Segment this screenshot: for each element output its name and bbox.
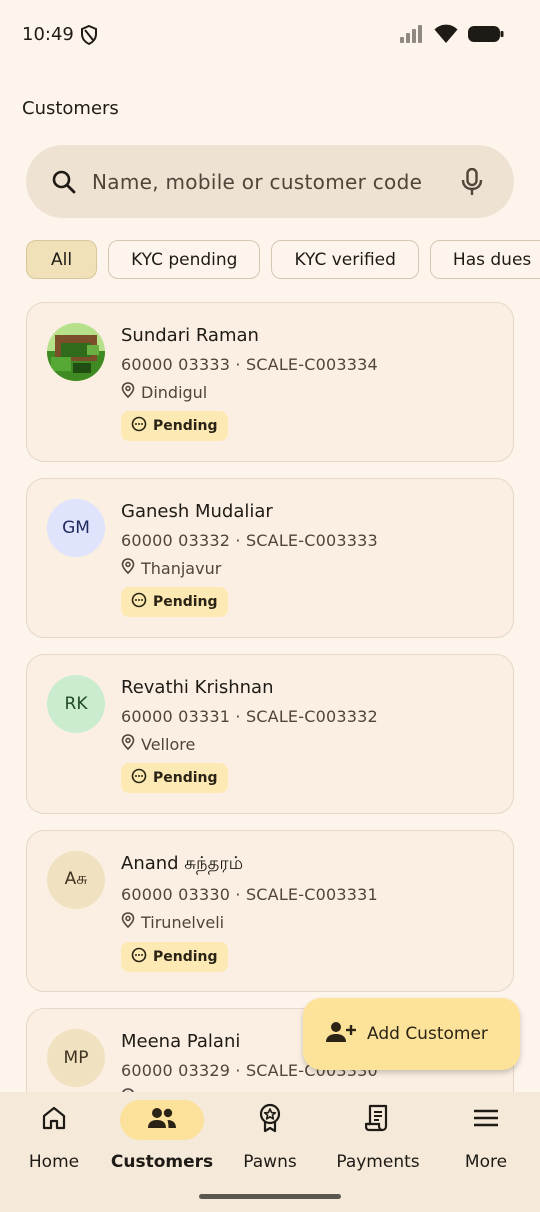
screen: 10:49 Customers All KYC pending xyxy=(0,0,540,1212)
add-customer-label: Add Customer xyxy=(367,1024,488,1044)
location-label: Tirunelveli xyxy=(141,912,225,932)
add-person-icon xyxy=(325,1020,357,1049)
nav-pill xyxy=(228,1100,312,1140)
nav-label: More xyxy=(464,1152,508,1172)
nav-pill xyxy=(120,1100,204,1140)
nav-item-pawns[interactable]: Pawns xyxy=(216,1100,324,1172)
customer-name: Revathi Krishnan xyxy=(121,677,274,698)
location-pin-icon xyxy=(121,382,135,402)
customer-meta: 60000 03330 · SCALE-C003331 xyxy=(121,885,378,904)
customer-card[interactable]: GM Ganesh Mudaliar 60000 03332 · SCALE-C… xyxy=(26,478,514,638)
status-label: Pending xyxy=(153,418,218,434)
shield-icon xyxy=(80,24,98,46)
customer-location: Thanjavur xyxy=(121,558,221,578)
nav-label: Payments xyxy=(336,1152,420,1172)
battery-icon xyxy=(468,24,504,48)
nav-item-customers[interactable]: Customers xyxy=(108,1100,216,1172)
mic-icon[interactable] xyxy=(452,162,492,202)
filter-chips: All KYC pending KYC verified Has dues xyxy=(26,240,540,279)
status-badge: Pending xyxy=(121,587,228,617)
customer-card[interactable]: Aசு Anand சுந்தரம் 60000 03330 · SCALE-C… xyxy=(26,830,514,992)
nav-pill xyxy=(444,1100,528,1140)
status-icons xyxy=(400,24,504,48)
pending-icon xyxy=(131,768,147,788)
menu-icon xyxy=(473,1108,499,1132)
filter-chip-kyc-verified[interactable]: KYC verified xyxy=(271,240,419,279)
location-pin-icon xyxy=(121,734,135,754)
search-input[interactable] xyxy=(92,169,452,194)
location-pin-icon xyxy=(121,558,135,578)
home-icon xyxy=(41,1106,67,1134)
avatar xyxy=(47,323,105,381)
pending-icon xyxy=(131,592,147,612)
customer-card[interactable]: RK Revathi Krishnan 60000 03331 · SCALE-… xyxy=(26,654,514,814)
status-label: Pending xyxy=(153,770,218,786)
customer-location: Vellore xyxy=(121,734,195,754)
customer-meta: 60000 03333 · SCALE-C003334 xyxy=(121,355,378,374)
status-time: 10:49 xyxy=(22,24,74,45)
status-bar: 10:49 xyxy=(0,0,540,72)
wifi-icon xyxy=(434,24,458,48)
nav-label: Home xyxy=(28,1152,80,1172)
status-badge: Pending xyxy=(121,942,228,972)
customer-location: Tirunelveli xyxy=(121,912,224,932)
badge-icon xyxy=(258,1103,282,1137)
people-icon xyxy=(147,1107,177,1133)
nav-pill xyxy=(12,1100,96,1140)
add-customer-button[interactable]: Add Customer xyxy=(303,998,520,1070)
customer-name: Sundari Raman xyxy=(121,325,259,346)
receipt-icon xyxy=(364,1104,391,1136)
signal-icon xyxy=(400,25,424,47)
nav-item-home[interactable]: Home xyxy=(0,1100,108,1172)
customer-meta: 60000 03332 · SCALE-C003333 xyxy=(121,531,378,550)
filter-chip-kyc-pending[interactable]: KYC pending xyxy=(108,240,261,279)
home-indicator[interactable] xyxy=(199,1194,341,1199)
filter-chip-all[interactable]: All xyxy=(26,240,98,279)
status-label: Pending xyxy=(153,949,218,965)
customer-name: Meena Palani xyxy=(121,1031,241,1052)
nav-label: Pawns xyxy=(243,1152,297,1172)
filter-chip-has-dues[interactable]: Has dues xyxy=(429,240,540,279)
customer-card[interactable]: Sundari Raman 60000 03333 · SCALE-C00333… xyxy=(26,302,514,462)
location-label: Thanjavur xyxy=(141,558,222,578)
search-bar[interactable] xyxy=(26,145,514,218)
nav-label: Customers xyxy=(110,1152,214,1172)
customer-name: Ganesh Mudaliar xyxy=(121,501,273,522)
pending-icon xyxy=(131,416,147,436)
location-label: Dindigul xyxy=(141,382,208,402)
avatar: MP xyxy=(47,1029,105,1087)
search-icon xyxy=(40,158,88,206)
nav-item-payments[interactable]: Payments xyxy=(324,1100,432,1172)
page-title: Customers xyxy=(22,98,119,119)
status-badge: Pending xyxy=(121,763,228,793)
avatar: RK xyxy=(47,675,105,733)
location-pin-icon xyxy=(121,912,135,932)
pending-icon xyxy=(131,947,147,967)
customer-location: Dindigul xyxy=(121,382,207,402)
status-badge: Pending xyxy=(121,411,228,441)
avatar: GM xyxy=(47,499,105,557)
status-label: Pending xyxy=(153,594,218,610)
nav-pill xyxy=(336,1100,420,1140)
avatar: Aசு xyxy=(47,851,105,909)
location-label: Vellore xyxy=(141,734,196,754)
customer-meta: 60000 03331 · SCALE-C003332 xyxy=(121,707,378,726)
customer-name: Anand சுந்தரம் xyxy=(121,853,244,874)
nav-item-more[interactable]: More xyxy=(432,1100,540,1172)
